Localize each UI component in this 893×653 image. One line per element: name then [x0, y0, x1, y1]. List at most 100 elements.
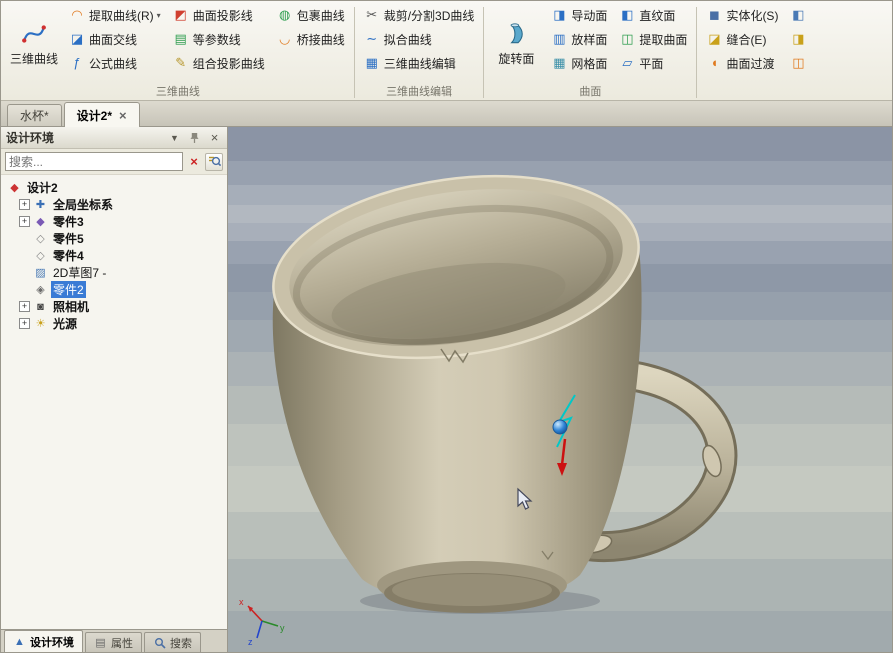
combined-projection-curve-button[interactable]: ✎组合投影曲线 [167, 51, 271, 75]
formula-curve-button[interactable]: ƒ公式曲线 [63, 51, 167, 75]
curve-3d-button[interactable]: 三维曲线 [5, 3, 63, 84]
big-button-label: 三维曲线 [10, 50, 58, 67]
bridge-curve-icon: ◡ [277, 31, 293, 47]
application-window: 三维曲线◠提取曲线(R)▾◪曲面交线ƒ公式曲线◩曲面投影线▤等参数线✎组合投影曲… [0, 0, 893, 653]
solidify-button[interactable]: ◼实体化(S) [700, 3, 784, 27]
revolve-surface-icon [503, 21, 529, 47]
mug-model[interactable] [262, 154, 725, 614]
button-label: 提取曲面 [639, 31, 687, 48]
scene-svg: x y z [228, 127, 892, 652]
magnifier-icon [208, 155, 221, 168]
extract-curve-button[interactable]: ◠提取曲线(R)▾ [63, 3, 167, 27]
sew-surface-button[interactable]: ◪缝合(E) [700, 27, 784, 51]
ruled-surface-icon: ◧ [619, 7, 635, 23]
mesh-surface-button[interactable]: ▦网格面 [545, 51, 613, 75]
document-tab-0[interactable]: 水杯* [7, 104, 62, 126]
clipped-button-2-button[interactable]: ◨ [784, 27, 816, 51]
search-tab-icon [153, 636, 166, 649]
orientation-triad: x y z [239, 597, 285, 647]
surface-intersection-curve-button[interactable]: ◪曲面交线 [63, 27, 167, 51]
tree-item-label: 照相机 [51, 298, 91, 315]
expand-icon[interactable]: + [19, 199, 30, 210]
panel-tab-label: 设计环境 [30, 634, 74, 650]
ribbon-toolbar: 三维曲线◠提取曲线(R)▾◪曲面交线ƒ公式曲线◩曲面投影线▤等参数线✎组合投影曲… [1, 1, 892, 101]
close-tab-icon[interactable]: × [119, 109, 127, 122]
tree-item-label: 全局坐标系 [51, 196, 115, 213]
button-label: 导动面 [571, 7, 607, 24]
expand-icon[interactable]: + [19, 216, 30, 227]
clipped-button-3-icon: ◫ [790, 55, 806, 71]
extract-surface-icon: ◫ [619, 31, 635, 47]
surface-projection-curve-button[interactable]: ◩曲面投影线 [167, 3, 271, 27]
fit-curve-button[interactable]: ∼拟合曲线 [358, 27, 481, 51]
document-tab-label: 水杯* [20, 107, 49, 124]
revolve-surface-button[interactable]: 旋转面 [487, 3, 545, 84]
button-label: 桥接曲线 [297, 31, 345, 48]
tree-item-1[interactable]: +✚全局坐标系 [3, 196, 225, 213]
tree-item-4[interactable]: ◇零件4 [3, 247, 225, 264]
button-label: 实体化(S) [726, 7, 778, 24]
extract-curve-icon: ◠ [69, 7, 85, 23]
mug-foot [377, 561, 567, 613]
loft-surface-button[interactable]: ▥放样面 [545, 27, 613, 51]
button-label: 等参数线 [193, 31, 241, 48]
part-icon: ◇ [33, 232, 48, 245]
clear-search-icon[interactable]: × [186, 154, 202, 169]
tree-item-2[interactable]: +◆零件3 [3, 213, 225, 230]
document-tab-label: 设计2* [77, 107, 112, 124]
panel-tab-2[interactable]: 搜索 [144, 632, 201, 652]
global-coordinate-system-icon: ✚ [33, 198, 48, 211]
trim-split-3d-curve-button[interactable]: ✂裁剪/分割3D曲线 [358, 3, 481, 27]
search-input[interactable] [9, 155, 179, 169]
ruled-surface-button[interactable]: ◧直纹面 [613, 3, 693, 27]
tree-item-7[interactable]: +◙照相机 [3, 298, 225, 315]
tree-item-label: 光源 [51, 315, 79, 332]
plane-surface-button[interactable]: ▱平面 [613, 51, 693, 75]
button-label: 曲面投影线 [193, 7, 253, 24]
edit-3d-curve-button[interactable]: ▦三维曲线编辑 [358, 51, 481, 75]
expand-icon[interactable]: + [19, 318, 30, 329]
fit-curve-icon: ∼ [364, 31, 380, 47]
panel-tab-1[interactable]: ▤属性 [85, 632, 142, 652]
tree-item-label: 零件4 [51, 247, 86, 264]
expand-icon[interactable]: + [19, 301, 30, 312]
tree-item-3[interactable]: ◇零件5 [3, 230, 225, 247]
manipulator-ball[interactable] [553, 420, 567, 434]
button-label: 裁剪/分割3D曲线 [384, 7, 475, 24]
button-label: 直纹面 [639, 7, 675, 24]
tree-item-6[interactable]: ◈零件2 [3, 281, 225, 298]
extract-surface-button[interactable]: ◫提取曲面 [613, 27, 693, 51]
tree-item-5[interactable]: ▨2D草图7 - [3, 264, 225, 281]
tree-item-8[interactable]: +☀光源 [3, 315, 225, 332]
surface-projection-curve-icon: ◩ [173, 7, 189, 23]
ribbon-group-label: 曲面 [487, 84, 693, 100]
tree-item-0[interactable]: ◆设计2 [3, 179, 225, 196]
combined-projection-curve-icon: ✎ [173, 55, 189, 71]
document-tab-1[interactable]: 设计2* × [64, 102, 140, 127]
button-label: 曲面交线 [89, 31, 137, 48]
clipped-button-1-button[interactable]: ◧ [784, 3, 816, 27]
viewport-3d[interactable]: x y z [228, 127, 892, 652]
group-separator [696, 7, 697, 98]
surface-blend-button[interactable]: ◖曲面过渡 [700, 51, 784, 75]
ribbon-group-label: 三维曲线 [5, 84, 351, 100]
design-tree-tab-icon: ▲ [13, 635, 26, 648]
panel-tab-0[interactable]: ▲ 设计环境 [4, 630, 83, 652]
mesh-surface-icon: ▦ [551, 55, 567, 71]
button-label: 拟合曲线 [384, 31, 432, 48]
sweep-surface-button[interactable]: ◨导动面 [545, 3, 613, 27]
part-icon: ◈ [33, 283, 48, 296]
close-panel-icon[interactable]: × [207, 130, 222, 145]
bridge-curve-button[interactable]: ◡桥接曲线 [271, 27, 351, 51]
search-filter-icon[interactable] [205, 153, 223, 171]
isoparametric-curve-button[interactable]: ▤等参数线 [167, 27, 271, 51]
group-separator [483, 7, 484, 98]
clipped-button-3-button[interactable]: ◫ [784, 51, 816, 75]
wrap-curve-button[interactable]: ◍包裹曲线 [271, 3, 351, 27]
button-label: 三维曲线编辑 [384, 55, 456, 72]
part-icon: ◆ [33, 215, 48, 228]
chevron-down-icon[interactable]: ▼ [167, 133, 182, 143]
panel-tab-label: 属性 [111, 635, 133, 651]
search-box[interactable] [5, 152, 183, 171]
pin-icon[interactable] [187, 132, 202, 144]
